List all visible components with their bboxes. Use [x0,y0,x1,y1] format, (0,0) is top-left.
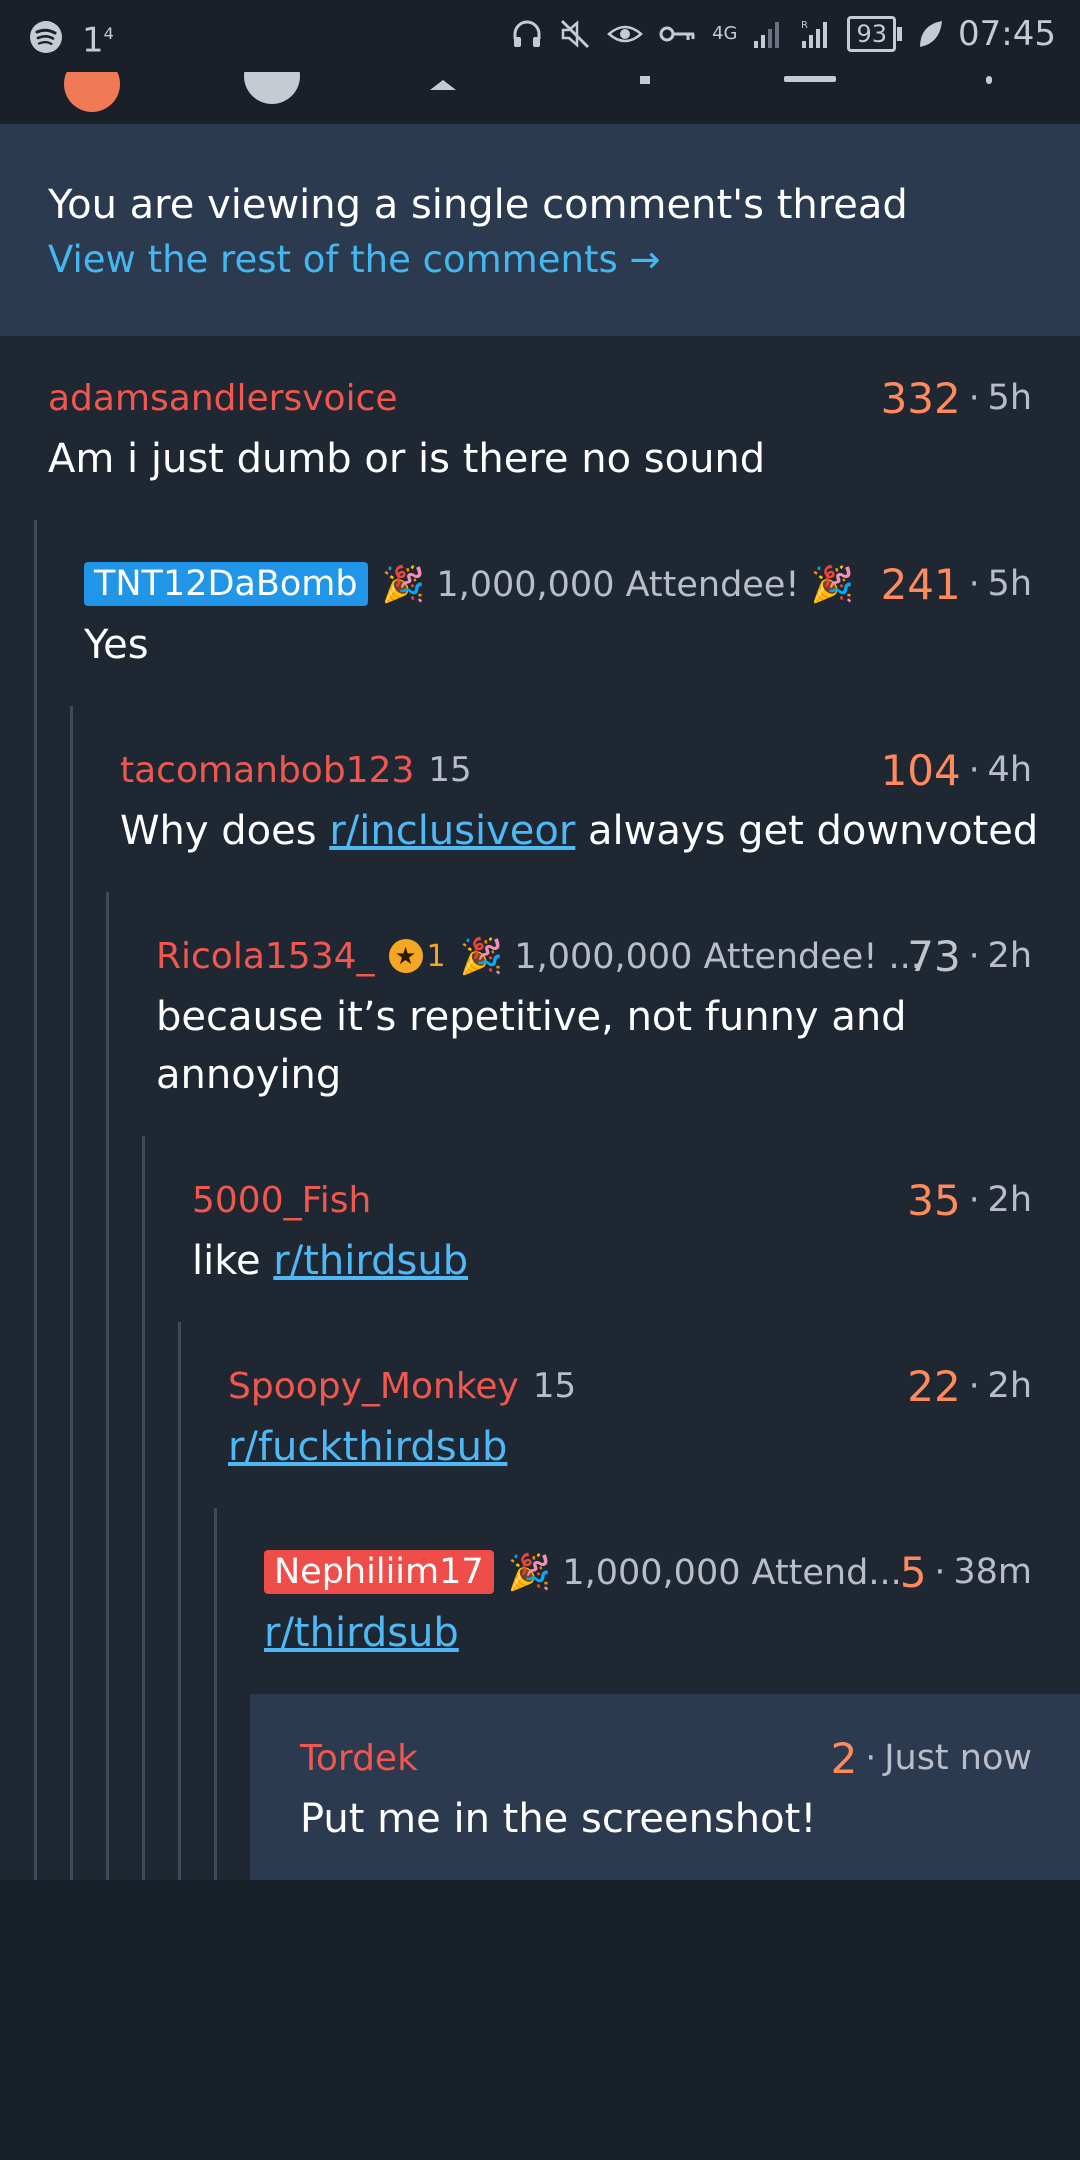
leaf-icon [920,21,943,47]
signal-roaming-icon: R [801,20,828,48]
comment[interactable]: Nephiliim17 🎉 1,000,000 Attend... 5 · 38… [0,1544,1080,1674]
comment-score: 22 [907,1361,961,1411]
subreddit-link[interactable]: r/fuckthirdsub [228,1424,507,1470]
battery-icon: 93 [847,16,902,52]
comment-author[interactable]: Spoopy_Monkey [228,1366,519,1407]
notification-count: 14 [82,20,114,61]
meta-separator: · [968,750,980,790]
upvote-icon[interactable] [244,72,300,104]
comment-author[interactable]: 5000_Fish [192,1180,371,1221]
comment[interactable]: Ricola1534_ ★ 1 🎉 1,000,000 Attendee! ..… [0,928,1080,1118]
comment-text: always get downvoted [575,808,1039,854]
meta-separator: · [934,1552,946,1592]
comment-score: 104 [880,745,961,795]
meta-separator: · [968,378,980,418]
comment[interactable]: tacomanbob123 15 104 · 4h Why does r/inc… [0,742,1080,872]
comment-score: 73 [907,931,961,981]
comment-author[interactable]: TNT12DaBomb [84,562,368,606]
comment-highlighted[interactable]: Tordek 2 · Just now Put me in the screen… [0,1730,1080,1860]
comment-score: 5 [899,1547,927,1597]
headphones-icon [513,20,541,47]
network-type: 4G [712,23,738,44]
view-all-comments-link[interactable]: View the rest of the comments → [48,238,661,281]
comment-author[interactable]: Nephiliim17 [264,1550,494,1594]
comment-body: because it’s repetitive, not funny and a… [156,988,907,1104]
key-icon [659,26,695,42]
spotify-icon [30,21,62,54]
award-star-icon: ★ [388,939,423,973]
comment-body: r/thirdsub [264,1604,459,1662]
comment-text-line: because it’s repetitive, not funny and [156,994,907,1040]
avatar-icon[interactable] [64,72,120,112]
comment-body: Yes [84,622,149,668]
comment-score: 332 [880,373,961,423]
comment[interactable]: Spoopy_Monkey 15 22 · 2h r/fuckthirdsub [0,1358,1080,1488]
comment-author[interactable]: Tordek [300,1738,418,1779]
comment-time: Just now [884,1738,1032,1778]
single-thread-message: You are viewing a single comment's threa… [48,182,908,228]
comment-body: Why does r/inclusiveor always get downvo… [120,802,1038,860]
comment[interactable]: adamsandlersvoice 332 · 5h Am i just dum… [0,370,1080,500]
comment-time: 2h [987,936,1032,976]
more-icon[interactable] [986,76,992,84]
comment-text: Why does [120,808,330,854]
comment-text: like [192,1238,274,1284]
meta-separator: · [968,564,980,604]
post-action-toolbar [0,72,1080,124]
comment-body: like r/thirdsub [192,1232,468,1290]
user-karma: 15 [532,1366,577,1406]
comment-time: 2h [987,1180,1032,1220]
comment-time: 5h [987,564,1032,604]
comment-author[interactable]: tacomanbob123 [120,750,414,791]
meta-separator: · [968,1366,980,1406]
status-bar: 14 4G R 93 07:45 [0,0,1080,72]
clock: 07:45 [958,14,1056,54]
user-flair: 🎉 1,000,000 Attend... [507,1552,902,1593]
comment-author[interactable]: Ricola1534_ [156,936,375,977]
signal-icon [754,22,780,48]
comment-author[interactable]: adamsandlersvoice [48,378,398,419]
subreddit-link[interactable]: r/thirdsub [264,1610,459,1656]
comment-time: 5h [987,378,1032,418]
eye-icon [607,25,643,43]
comment[interactable]: 5000_Fish 35 · 2h like r/thirdsub [0,1172,1080,1302]
meta-separator: · [968,1180,980,1220]
share-icon[interactable] [640,76,650,84]
svg-text:R: R [801,20,808,31]
award-count: 1 [426,938,446,974]
comment-score: 241 [880,559,961,609]
mute-icon [561,19,590,49]
comment-time: 2h [987,1366,1032,1406]
comment-time: 4h [987,750,1032,790]
comment[interactable]: TNT12DaBomb 🎉 1,000,000 Attendee! 🎉 241 … [0,556,1080,686]
single-thread-banner: You are viewing a single comment's threa… [0,124,1080,337]
comment-body: Put me in the screenshot! [300,1796,817,1842]
empty-area [0,1880,1080,2160]
subreddit-link[interactable]: r/thirdsub [273,1238,468,1284]
comment-body: r/fuckthirdsub [228,1418,507,1476]
comment-text-line: annoying [156,1052,342,1098]
star-icon[interactable] [430,80,456,90]
comment-time: 38m [953,1552,1032,1592]
user-flair: 🎉 1,000,000 Attendee! 🎉 [381,564,855,605]
comment-body: Am i just dumb or is there no sound [48,436,766,482]
subreddit-link[interactable]: r/inclusiveor [329,808,575,854]
comment-score: 2 [830,1733,858,1783]
meta-separator: · [968,936,980,976]
comment-score: 35 [907,1175,961,1225]
user-flair: 🎉 1,000,000 Attendee! ... [459,936,922,977]
user-karma: 15 [428,750,472,790]
save-icon[interactable] [784,76,836,82]
meta-separator: · [865,1738,877,1778]
